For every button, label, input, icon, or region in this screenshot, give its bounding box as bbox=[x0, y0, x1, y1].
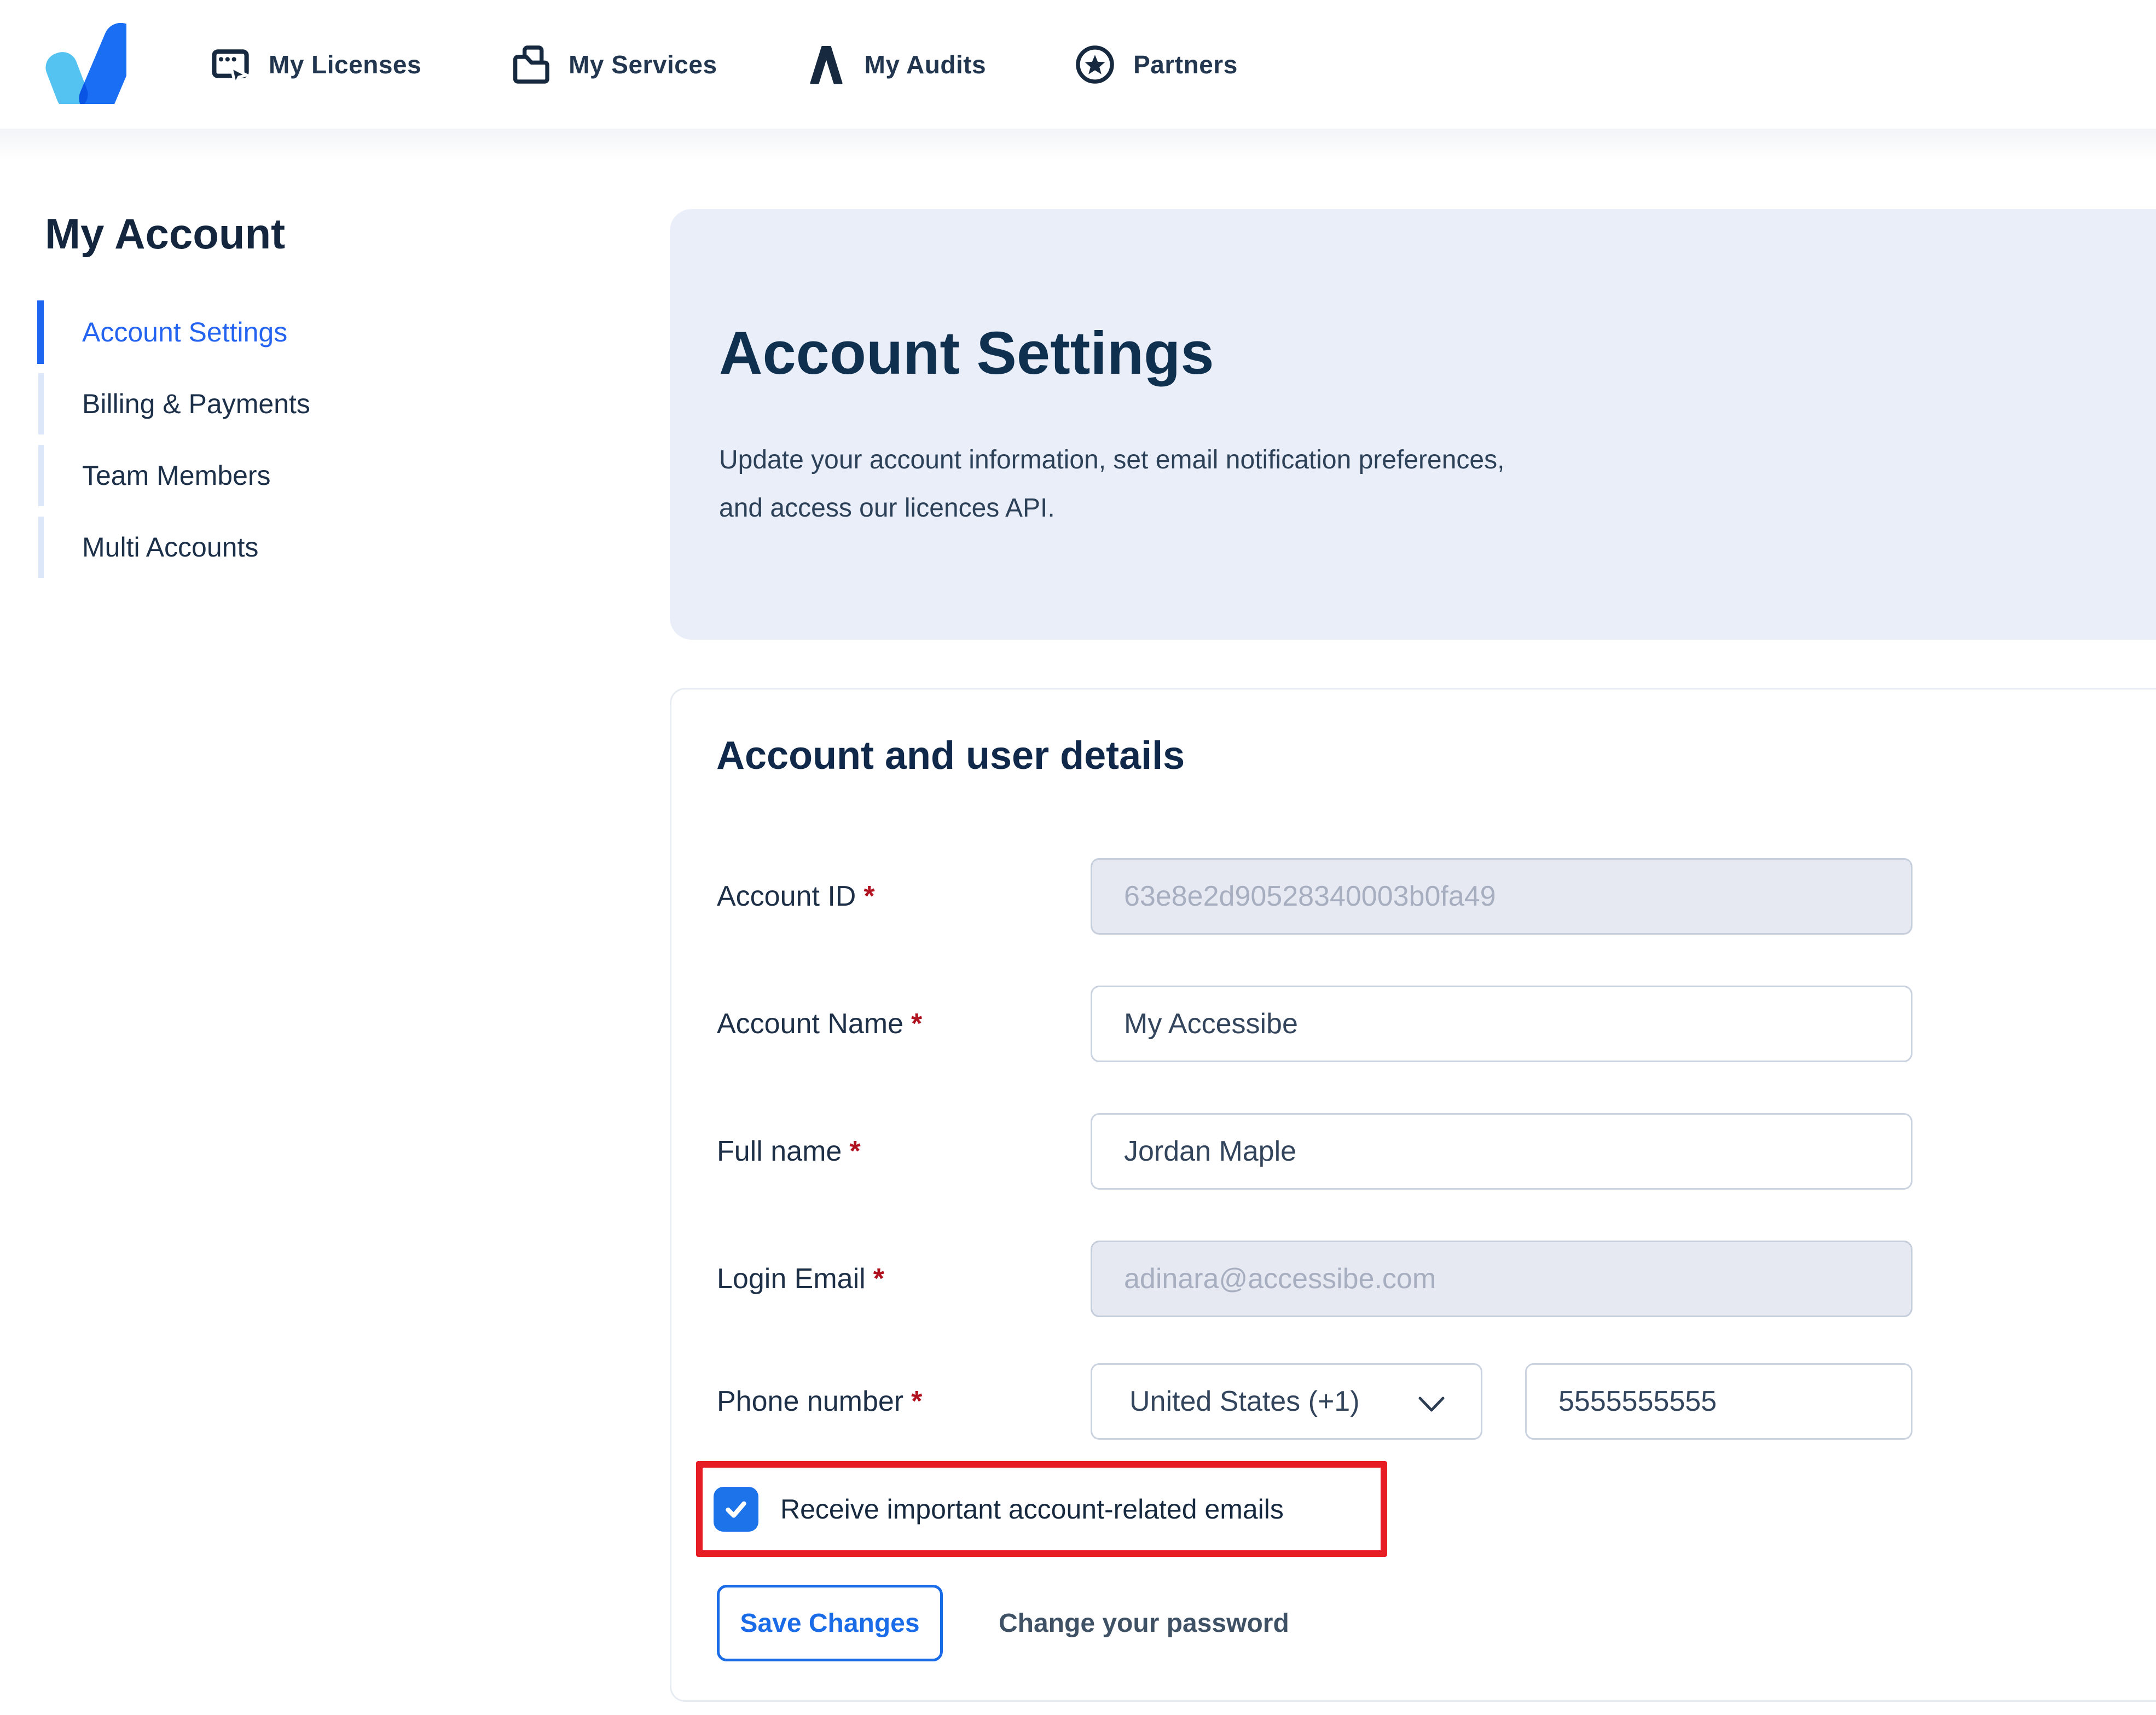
sidebar-menu: Account Settings Billing & Payments Team… bbox=[37, 299, 530, 586]
full-name-field[interactable] bbox=[1091, 1113, 1912, 1190]
sidebar-item-label: Account Settings bbox=[82, 317, 288, 347]
account-id-field bbox=[1091, 858, 1912, 935]
phone-number-row: Phone number * bbox=[717, 1363, 922, 1440]
required-asterisk: * bbox=[863, 880, 875, 912]
required-asterisk: * bbox=[911, 1008, 923, 1040]
account-id-label: Account ID bbox=[717, 880, 856, 912]
indicator-track bbox=[38, 373, 44, 434]
phone-number-label: Phone number bbox=[717, 1386, 904, 1417]
nav-item-my-audits[interactable]: My Audits bbox=[806, 44, 987, 85]
sidebar-item-team-members[interactable]: Team Members bbox=[37, 443, 530, 508]
chevron-down-icon bbox=[1418, 1397, 1445, 1412]
top-navigation-bar: My Licenses My Services My Audits Partne… bbox=[0, 0, 2156, 129]
account-name-label: Account Name bbox=[717, 1008, 904, 1040]
sidebar-item-account-settings[interactable]: Account Settings bbox=[37, 299, 530, 365]
save-changes-button[interactable]: Save Changes bbox=[717, 1585, 943, 1661]
login-email-field bbox=[1091, 1241, 1912, 1317]
page-title: My Account bbox=[45, 210, 286, 258]
indicator-track bbox=[38, 517, 44, 578]
full-name-label: Full name bbox=[717, 1135, 842, 1167]
login-email-label: Login Email bbox=[717, 1263, 866, 1295]
consent-checkbox[interactable] bbox=[714, 1486, 758, 1532]
accessibe-logo-icon[interactable] bbox=[43, 23, 126, 104]
account-name-field[interactable] bbox=[1091, 986, 1912, 1062]
description-line-2: and access our licences API. bbox=[719, 494, 1055, 523]
nav-item-partners[interactable]: Partners bbox=[1075, 44, 1238, 85]
required-asterisk: * bbox=[873, 1263, 884, 1295]
sidebar-item-billing-payments[interactable]: Billing & Payments bbox=[37, 371, 530, 437]
sidebar-item-label: Multi Accounts bbox=[82, 532, 259, 563]
country-code-select[interactable]: United States (+1) bbox=[1091, 1363, 1482, 1440]
login-email-row: Login Email * bbox=[717, 1241, 884, 1317]
save-button-label: Save Changes bbox=[740, 1608, 920, 1638]
description-line-1: Update your account information, set ema… bbox=[719, 445, 1505, 474]
nav-item-my-licenses[interactable]: My Licenses bbox=[210, 44, 421, 85]
change-password-label: Change your password bbox=[999, 1608, 1289, 1638]
change-password-link[interactable]: Change your password bbox=[999, 1585, 1289, 1661]
country-code-value: United States (+1) bbox=[1129, 1386, 1360, 1417]
nav-items: My Licenses My Services My Audits Partne… bbox=[210, 0, 1238, 129]
account-id-row: Account ID * bbox=[717, 858, 875, 935]
audits-icon bbox=[809, 45, 843, 84]
form-section-title: Account and user details bbox=[716, 734, 1185, 778]
full-name-row: Full name * bbox=[717, 1113, 861, 1190]
account-settings-header-card: Account Settings Update your account inf… bbox=[670, 209, 2156, 640]
checkmark-icon bbox=[726, 1500, 746, 1518]
consent-label: Receive important account-related emails bbox=[780, 1493, 1284, 1525]
sidebar-item-label: Billing & Payments bbox=[82, 389, 310, 419]
required-asterisk: * bbox=[911, 1386, 923, 1417]
nav-label: Partners bbox=[1133, 50, 1238, 79]
partners-icon bbox=[1076, 45, 1114, 84]
account-name-row: Account Name * bbox=[717, 986, 922, 1062]
required-asterisk: * bbox=[849, 1135, 861, 1167]
section-description: Update your account information, set ema… bbox=[719, 436, 1504, 532]
nav-label: My Licenses bbox=[269, 50, 422, 79]
active-indicator-bar bbox=[37, 300, 44, 364]
phone-number-field[interactable] bbox=[1525, 1363, 1912, 1440]
indicator-track bbox=[38, 445, 44, 506]
account-details-card: Account and user details Account ID * Ac… bbox=[670, 688, 2156, 1702]
topbar-divider bbox=[0, 129, 2156, 160]
section-heading: Account Settings bbox=[719, 320, 1214, 387]
nav-label: My Audits bbox=[864, 50, 987, 79]
consent-highlight-box: Receive important account-related emails bbox=[696, 1461, 1387, 1557]
nav-label: My Services bbox=[569, 50, 717, 79]
sidebar-item-label: Team Members bbox=[82, 460, 271, 491]
nav-item-my-services[interactable]: My Services bbox=[510, 44, 717, 85]
sidebar-item-multi-accounts[interactable]: Multi Accounts bbox=[37, 514, 530, 580]
licenses-icon bbox=[212, 49, 251, 85]
services-icon bbox=[513, 45, 549, 84]
